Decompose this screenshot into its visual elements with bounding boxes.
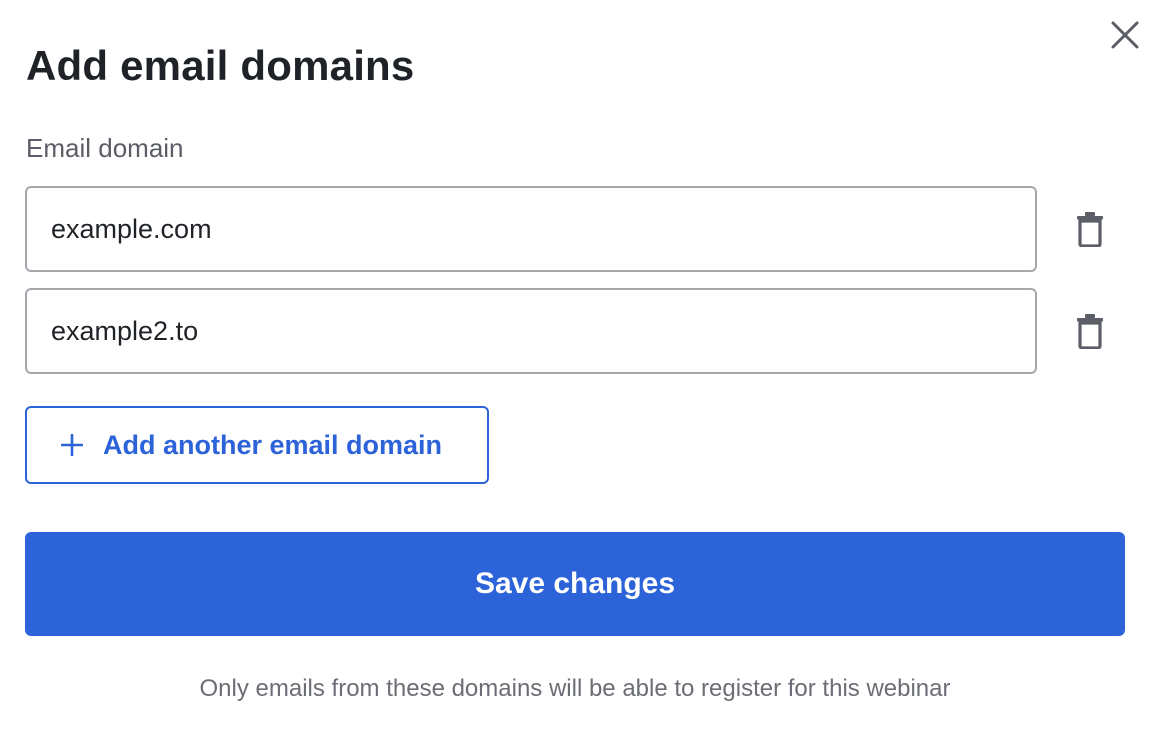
email-domain-input-2[interactable]	[25, 288, 1037, 374]
domain-row	[25, 288, 1125, 374]
trash-icon	[1077, 314, 1103, 349]
close-icon	[1111, 21, 1139, 49]
add-another-domain-label: Add another email domain	[103, 429, 443, 460]
add-email-domains-dialog: Add email domains Email domain example.c…	[0, 0, 1164, 734]
save-changes-label: Save changes	[474, 567, 676, 600]
delete-domain-button-1[interactable]	[1069, 206, 1111, 252]
plus-icon	[61, 434, 83, 456]
domain-row	[25, 186, 1125, 272]
trash-icon	[1077, 212, 1103, 247]
dialog-title: Add email domains	[26, 42, 415, 89]
add-another-domain-button[interactable]: Add another email domain	[25, 406, 489, 484]
domains-footnote: Only emails from these domains will be a…	[199, 675, 951, 702]
email-domain-label: Email domain	[26, 133, 184, 163]
save-changes-button[interactable]: Save changes	[25, 532, 1125, 636]
delete-domain-button-2[interactable]	[1069, 308, 1111, 354]
close-button[interactable]	[1104, 14, 1146, 56]
email-domain-input-1[interactable]	[25, 186, 1037, 272]
